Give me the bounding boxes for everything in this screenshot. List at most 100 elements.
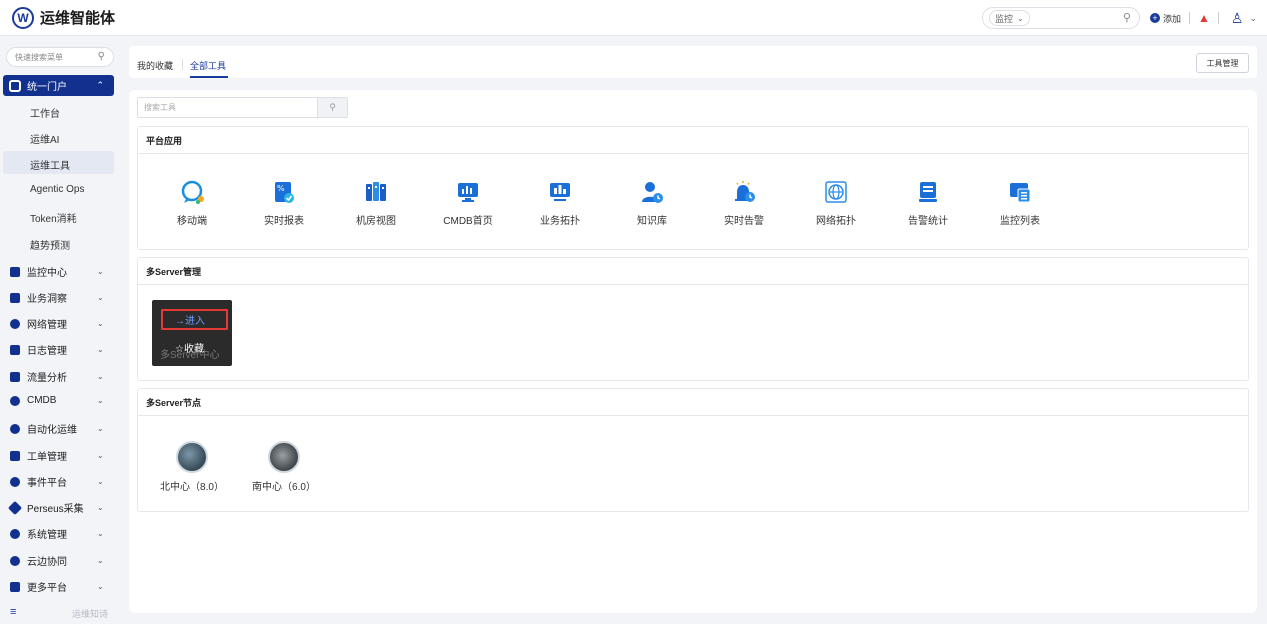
tool-search-input[interactable]: 搜索工具 ⚲ [137,97,348,118]
sidebar-footer: ≡ 运维知诗 [10,606,109,619]
chevron-down-icon: ⌄ [97,345,104,354]
app-network-topology[interactable]: 网络拓扑 [801,180,871,227]
knowledge-user-icon [640,180,664,204]
sidebar-item-cloud-edge[interactable]: 云边协同 ⌄ [10,553,110,568]
search-icon[interactable]: ⚲ [317,98,347,117]
sidebar-item-ticket[interactable]: 工单管理 ⌄ [10,448,110,463]
node-avatar [268,441,300,473]
bell-icon [10,476,20,487]
tools-content: 搜索工具 ⚲ 平台应用 移动端 % 实时报表 机房视图 CMDB首页 业务拓扑 … [129,90,1257,613]
section-title: 多Server管理 [138,258,1248,285]
app-title: 运维智能体 [40,10,116,27]
app-room-view[interactable]: 机房视图 [341,180,411,227]
sidebar-item-cmdb[interactable]: CMDB ⌄ [10,395,110,406]
divider [1217,12,1219,24]
cloud-icon [10,555,20,566]
sidebar-group-unified-portal[interactable]: 统一门户 ⌃ [3,75,114,96]
chevron-down-icon: ⌄ [97,556,104,565]
sidebar-item-traffic[interactable]: 流量分析 ⌄ [10,369,110,384]
sidebar-item-monitor[interactable]: 监控中心 ⌄ [10,264,110,279]
section-title: 平台应用 [138,127,1248,154]
sidebar-item-trend[interactable]: 趋势预测 [30,237,70,252]
chevron-down-icon: ⌄ [97,451,104,460]
chevron-down-icon: ⌄ [97,293,104,302]
node-avatar [176,441,208,473]
alert-bell-icon [732,180,756,204]
topology-icon [548,180,572,204]
sidebar-item-network[interactable]: 网络管理 ⌄ [10,316,110,331]
chevron-up-icon: ⌃ [96,80,104,90]
sidebar-item-perseus[interactable]: Perseus采集 ⌄ [7,500,110,515]
top-actions: 监控 ⌄ ⚲ + 添加 ▲ ♙ ⌄ [981,6,1257,30]
sidebar-item-token[interactable]: Token消耗 [30,210,77,225]
sidebar: 快速搜索菜单 ⚲ 统一门户 ⌃ 工作台 运维AI 运维工具 Agentic Op… [0,36,124,624]
report-icon: % [272,180,296,204]
diamond-icon [7,500,23,515]
app-cmdb-home[interactable]: CMDB首页 [433,180,503,227]
top-bar: W 运维智能体 监控 ⌄ ⚲ + 添加 ▲ ♙ ⌄ [0,0,1267,36]
sidebar-item-system[interactable]: 系统管理 ⌄ [10,526,110,541]
enter-button[interactable]: →进入 [161,309,228,330]
sidebar-item-agentic-ops[interactable]: Agentic Ops [30,184,84,195]
multi-server-center-tile[interactable]: 多Server中心 →进入 ☆收藏 [152,300,232,366]
node-north-center[interactable]: 北中心（8.0） [152,441,232,493]
search-scope-select[interactable]: 监控 ⌄ [988,10,1030,26]
tab-active-indicator [190,76,228,78]
app-monitor-list[interactable]: 监控列表 [985,180,1055,227]
chevron-down-icon[interactable]: ⌄ [1249,13,1257,24]
section-multi-server: 多Server管理 多Server中心 →进入 ☆收藏 [137,257,1249,381]
menu-search-input[interactable]: 快速搜索菜单 ⚲ [6,47,114,67]
app-realtime-report[interactable]: % 实时报表 [249,180,319,227]
logo-icon: W [12,6,34,29]
app-alert-statistics[interactable]: 告警统计 [893,180,963,227]
logo[interactable]: W 运维智能体 [12,6,116,29]
server-rack-icon [364,180,388,204]
ticket-icon [10,450,20,461]
settings-icon [10,528,20,539]
favorite-button[interactable]: ☆收藏 [175,340,204,355]
sidebar-item-ops-ai[interactable]: 运维AI [30,131,59,146]
search-icon[interactable]: ⚲ [98,51,105,62]
chevron-down-icon: ⌄ [97,529,104,538]
sidebar-item-workbench[interactable]: 工作台 [30,105,60,120]
sidebar-item-log[interactable]: 日志管理 ⌄ [10,342,110,357]
tab-all-tools[interactable]: 全部工具 [190,59,226,72]
chevron-down-icon: ⌄ [97,477,104,486]
monitor-list-icon [1008,180,1032,204]
monitor-icon [10,266,20,277]
chevron-down-icon: ⌄ [97,582,104,591]
chevron-down-icon: ⌄ [97,319,104,328]
node-south-center[interactable]: 南中心（6.0） [244,441,324,493]
bell-icon[interactable]: ▲ [1198,11,1210,25]
tool-tabs: 我的收藏 全部工具 工具管理 [129,46,1257,78]
sidebar-item-automation[interactable]: 自动化运维 ⌄ [10,421,110,436]
chevron-down-icon: ⌄ [97,396,104,405]
globe-icon [10,318,20,329]
gear-icon [10,423,20,434]
menu-collapse-icon[interactable]: ≡ [10,606,16,618]
add-button[interactable]: + 添加 [1149,12,1181,25]
log-icon [10,344,20,355]
app-mobile[interactable]: 移动端 [157,180,227,227]
chevron-down-icon: ⌄ [97,372,104,381]
app-realtime-alert[interactable]: 实时告警 [709,180,779,227]
section-multi-server-nodes: 多Server节点 北中心（8.0） 南中心（6.0） [137,388,1249,512]
tool-manage-button[interactable]: 工具管理 [1196,53,1249,73]
divider [1189,12,1190,24]
sidebar-item-event[interactable]: 事件平台 ⌄ [10,474,110,489]
sidebar-item-insight[interactable]: 业务洞察 ⌄ [10,290,110,305]
chevron-down-icon: ⌄ [97,503,104,512]
monitor-chart-icon [456,180,480,204]
divider [182,59,183,70]
insight-icon [10,292,20,303]
sidebar-item-ops-tools[interactable]: 运维工具 [30,157,70,172]
global-search[interactable]: 监控 ⌄ ⚲ [981,7,1140,29]
tab-favorites[interactable]: 我的收藏 [137,59,173,72]
app-business-topology[interactable]: 业务拓扑 [525,180,595,227]
user-icon[interactable]: ♙ [1231,10,1244,27]
sidebar-item-more[interactable]: 更多平台 ⌄ [10,579,110,594]
search-icon[interactable]: ⚲ [1123,11,1131,24]
chevron-down-icon: ⌄ [97,424,104,433]
app-knowledge-base[interactable]: 知识库 [617,180,687,227]
chevron-down-icon: ⌄ [97,267,104,276]
